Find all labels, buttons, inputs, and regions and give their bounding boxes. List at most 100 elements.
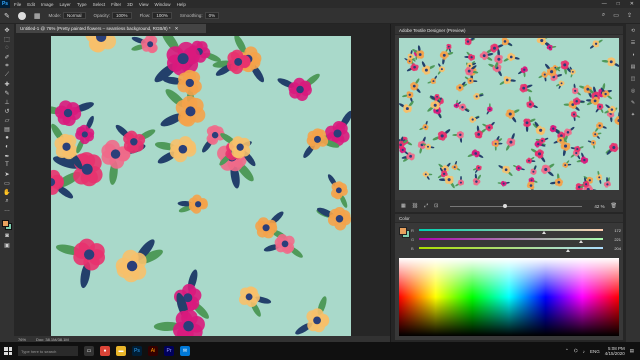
search-icon[interactable]: ⌕: [602, 12, 605, 19]
status-zoom[interactable]: 76%: [18, 337, 26, 342]
minimize-button[interactable]: —: [602, 1, 607, 7]
channel-slider-knob[interactable]: [566, 249, 571, 252]
channels-icon[interactable]: ◎: [631, 88, 635, 94]
opacity-field[interactable]: 100%: [112, 12, 132, 19]
clock[interactable]: 5:08 PM 4/15/2020: [605, 346, 625, 356]
type-tool-icon[interactable]: T: [2, 161, 12, 169]
pattern-preview[interactable]: [399, 38, 619, 190]
channel-slider-track[interactable]: [419, 238, 603, 243]
document-tab[interactable]: Untitled-1 @ 76% (Pretty painted flowers…: [16, 24, 206, 33]
move-tool-icon[interactable]: ✥: [2, 26, 12, 34]
eyedropper-tool-icon[interactable]: ⟋: [2, 71, 12, 79]
more-tools-icon[interactable]: …: [2, 206, 12, 214]
panel-foreground-swatch[interactable]: [399, 227, 407, 235]
photoshop-taskbar-icon[interactable]: Ps: [132, 346, 142, 356]
link-icon[interactable]: ⛓: [412, 203, 418, 209]
paths-icon[interactable]: ✎: [631, 100, 635, 106]
preview-flower: [614, 111, 619, 126]
menu-image[interactable]: Image: [41, 2, 54, 7]
document-canvas[interactable]: [51, 36, 351, 336]
foreground-color-swatch[interactable]: [2, 220, 9, 227]
start-button[interactable]: [4, 347, 12, 355]
menu-layer[interactable]: Layer: [60, 2, 71, 7]
menu-filter[interactable]: Filter: [111, 2, 121, 7]
zoom-tool-icon[interactable]: ⌕: [2, 197, 12, 205]
menu-edit[interactable]: Edit: [27, 2, 35, 7]
brushes-icon[interactable]: ✦: [631, 112, 635, 118]
channel-slider-track[interactable]: [419, 247, 603, 252]
pen-tool-icon[interactable]: ✒: [2, 152, 12, 160]
notifications-icon[interactable]: ▤: [630, 348, 634, 354]
maximize-button[interactable]: □: [617, 1, 620, 7]
chrome-icon[interactable]: ●: [100, 346, 110, 356]
marquee-tool-icon[interactable]: ⬚: [2, 35, 12, 43]
menu-3d[interactable]: 3D: [127, 2, 133, 7]
blur-tool-icon[interactable]: ●: [2, 134, 12, 142]
layers-icon[interactable]: ◫: [631, 76, 636, 82]
task-view-icon[interactable]: ▭: [84, 346, 94, 356]
shape-tool-icon[interactable]: ▭: [2, 179, 12, 187]
preview-flower: [486, 43, 504, 54]
menu-view[interactable]: View: [139, 2, 149, 7]
channel-value[interactable]: 221: [607, 237, 621, 242]
brush-preset-picker[interactable]: [17, 11, 26, 20]
fit-screen-icon[interactable]: ⤢: [424, 203, 428, 209]
brush-tool-icon[interactable]: ✎: [2, 89, 12, 97]
color-spectrum[interactable]: [399, 258, 619, 336]
preview-flower: [541, 163, 555, 177]
preview-flower: [595, 103, 604, 114]
brush-tool-icon[interactable]: ✎: [4, 12, 10, 20]
tray-up-arrow-icon[interactable]: ⌃: [565, 348, 569, 354]
flow-field[interactable]: 100%: [152, 12, 172, 19]
mode-select[interactable]: Normal: [63, 12, 86, 19]
illustrator-taskbar-icon[interactable]: Ai: [148, 346, 158, 356]
quick-mask-icon[interactable]: ◙: [2, 232, 12, 240]
tile-grid-icon[interactable]: ▦: [401, 203, 406, 209]
file-explorer-icon[interactable]: ▬: [116, 346, 126, 356]
channel-value[interactable]: 204: [607, 246, 621, 251]
lasso-tool-icon[interactable]: ◌: [2, 44, 12, 52]
color-swatches[interactable]: [1, 219, 13, 231]
network-icon[interactable]: ⌬: [574, 348, 578, 354]
eraser-tool-icon[interactable]: ▱: [2, 116, 12, 124]
close-button[interactable]: ✕: [630, 1, 634, 7]
taskbar-search[interactable]: Type here to search: [18, 346, 78, 356]
path-select-icon[interactable]: ➤: [2, 170, 12, 178]
brush-settings-icon[interactable]: ▦: [34, 12, 41, 20]
adjustments-icon[interactable]: ◑: [631, 52, 634, 58]
menu-select[interactable]: Select: [93, 2, 106, 7]
hand-tool-icon[interactable]: ✋: [2, 188, 12, 196]
channel-value[interactable]: 172: [607, 228, 621, 233]
gradient-tool-icon[interactable]: ▤: [2, 125, 12, 133]
history-icon[interactable]: ⟲: [631, 28, 635, 34]
smoothing-field[interactable]: 0%: [204, 12, 220, 19]
libraries-icon[interactable]: ▤: [631, 64, 636, 70]
workspace-icon[interactable]: ▭: [613, 12, 619, 19]
quick-select-tool-icon[interactable]: ✐: [2, 53, 12, 61]
actual-size-icon[interactable]: ⊡: [434, 203, 438, 209]
preview-flower: [605, 142, 619, 155]
menu-type[interactable]: Type: [77, 2, 87, 7]
share-icon[interactable]: ⇪: [627, 12, 632, 19]
stamp-tool-icon[interactable]: ⊥: [2, 98, 12, 106]
trash-icon[interactable]: 🗑: [611, 203, 617, 209]
dodge-tool-icon[interactable]: ◐: [2, 143, 12, 151]
history-brush-icon[interactable]: ↺: [2, 107, 12, 115]
zoom-slider-knob[interactable]: [503, 203, 508, 208]
menu-window[interactable]: Window: [155, 2, 171, 7]
menu-help[interactable]: Help: [177, 2, 186, 7]
healing-tool-icon[interactable]: ✚: [2, 80, 12, 88]
close-tab-icon[interactable]: ✕: [175, 26, 179, 32]
language-indicator[interactable]: ENG: [590, 349, 600, 354]
volume-icon[interactable]: ♪: [583, 349, 585, 354]
premiere-taskbar-icon[interactable]: Pr: [164, 346, 174, 356]
crop-tool-icon[interactable]: ⌗: [2, 62, 12, 70]
properties-icon[interactable]: ☰: [631, 40, 635, 46]
channel-slider-knob[interactable]: [579, 240, 584, 243]
mail-icon[interactable]: ✉: [180, 346, 190, 356]
zoom-slider[interactable]: [450, 203, 583, 208]
menu-file[interactable]: File: [14, 2, 21, 7]
channel-slider-knob[interactable]: [542, 231, 547, 234]
screen-mode-icon[interactable]: ▣: [2, 241, 12, 249]
channel-slider-track[interactable]: [419, 229, 603, 234]
